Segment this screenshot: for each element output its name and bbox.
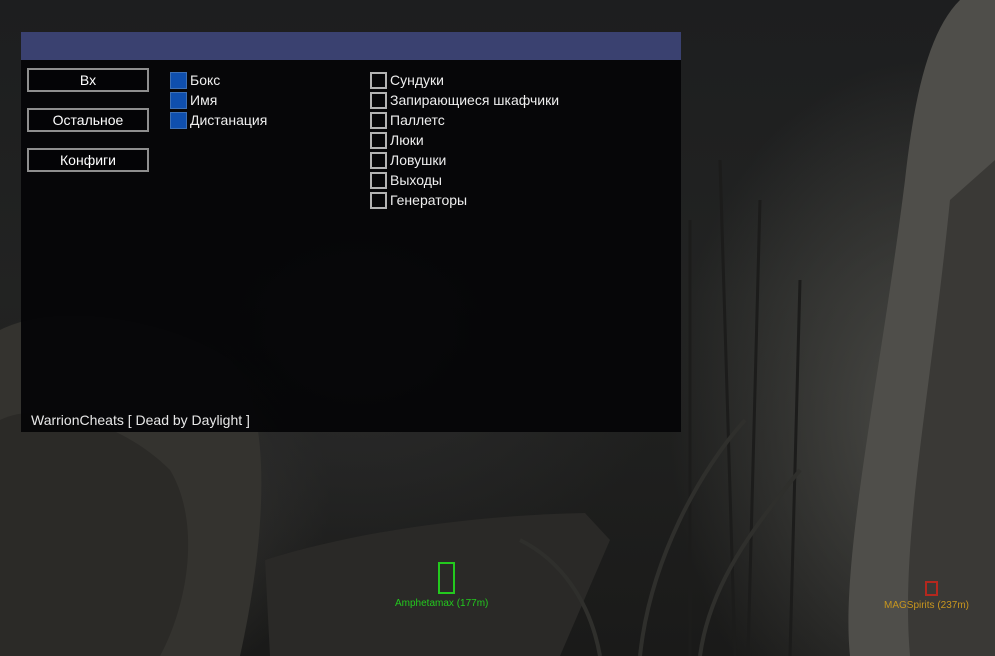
option-label: Генераторы: [390, 192, 468, 208]
esp-player-label: Amphetamax (177m): [395, 598, 489, 609]
checkbox[interactable]: [370, 171, 387, 189]
tab-esp-button[interactable]: Вх: [27, 68, 149, 92]
checkbox[interactable]: [170, 91, 187, 109]
cheat-menu-window: Вх Остальное Конфиги Бокс Имя Дистанация С…: [21, 32, 681, 432]
option-label: Люки: [390, 132, 424, 148]
tab-configs-button[interactable]: Конфиги: [27, 148, 149, 172]
object-option-6[interactable]: Генераторы: [370, 191, 467, 209]
object-option-2[interactable]: Паллетс: [370, 111, 445, 129]
grass-stalks: [688, 159, 802, 656]
checkbox[interactable]: [370, 71, 387, 89]
checkbox[interactable]: [370, 131, 387, 149]
option-label: Паллетс: [390, 112, 445, 128]
option-label: Имя: [190, 92, 218, 108]
player-option-2[interactable]: Дистанация: [170, 111, 267, 129]
esp-item-label: MAGSpirits (237m): [884, 600, 970, 611]
esp-item-box: [925, 581, 938, 596]
menu-footer-title: WarrionCheats [ Dead by Daylight ]: [31, 412, 250, 428]
checkbox[interactable]: [370, 151, 387, 169]
checkbox[interactable]: [370, 91, 387, 109]
checkbox[interactable]: [370, 111, 387, 129]
object-option-3[interactable]: Люки: [370, 131, 424, 149]
object-option-4[interactable]: Ловушки: [370, 151, 446, 169]
checkbox[interactable]: [170, 111, 187, 129]
checkbox[interactable]: [170, 71, 187, 89]
menu-titlebar[interactable]: [21, 32, 681, 60]
object-option-0[interactable]: Сундуки: [370, 71, 444, 89]
option-label: Бокс: [190, 72, 221, 88]
option-label: Выходы: [390, 172, 442, 188]
option-label: Дистанация: [190, 112, 268, 128]
object-option-1[interactable]: Запирающиеся шкафчики: [370, 91, 559, 109]
option-label: Ловушки: [390, 152, 447, 168]
tab-misc-button[interactable]: Остальное: [27, 108, 149, 132]
checkbox[interactable]: [370, 191, 387, 209]
player-option-0[interactable]: Бокс: [170, 71, 220, 89]
object-option-5[interactable]: Выходы: [370, 171, 442, 189]
esp-player-box: [438, 562, 455, 594]
option-label: Сундуки: [390, 72, 444, 88]
option-label: Запирающиеся шкафчики: [390, 92, 560, 108]
player-option-1[interactable]: Имя: [170, 91, 217, 109]
